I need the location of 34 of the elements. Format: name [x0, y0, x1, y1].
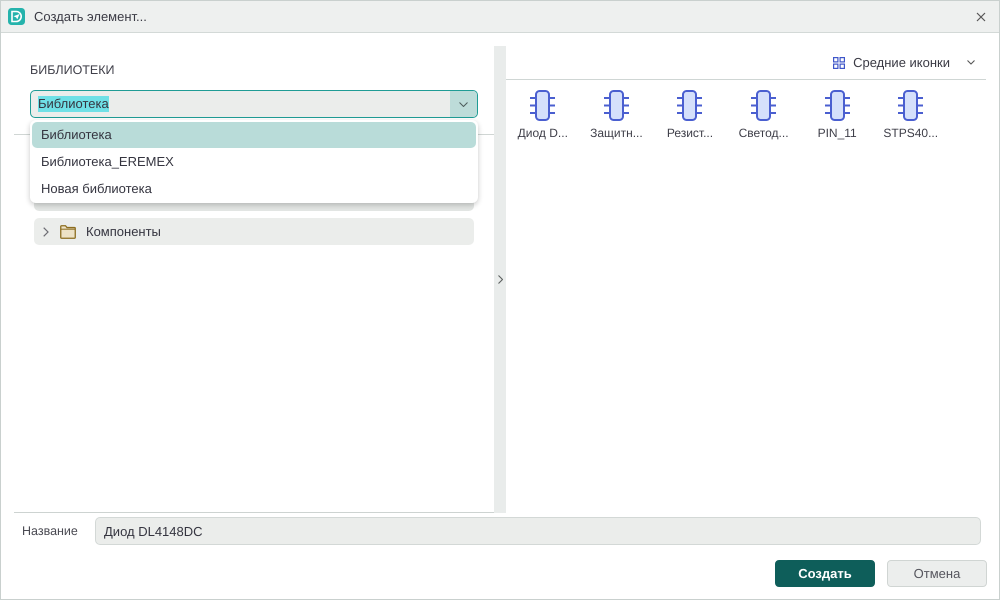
caret-icon	[967, 60, 975, 65]
dropdown-option[interactable]: Библиотека	[32, 122, 476, 148]
library-select[interactable]: Библиотека	[30, 90, 478, 118]
element-item[interactable]: PIN_11	[800, 90, 874, 140]
chip-icon	[530, 90, 556, 121]
dropdown-option[interactable]: Библиотека_EREMEX	[32, 149, 476, 175]
element-item[interactable]: Светод...	[726, 90, 800, 140]
close-icon	[976, 12, 986, 22]
create-button[interactable]: Создать	[775, 560, 875, 587]
section-heading: БИБЛИОТЕКИ	[30, 62, 116, 78]
select-value: Библиотека	[38, 96, 109, 112]
chevron-right-icon	[498, 275, 502, 284]
chip-icon	[751, 90, 776, 121]
caret-icon	[459, 102, 468, 106]
dropdown-button[interactable]	[450, 91, 477, 117]
element-item[interactable]: Резист...	[653, 90, 727, 140]
grid-icon	[833, 56, 846, 68]
chip-icon	[677, 90, 702, 121]
tree-item[interactable]: Компоненты	[34, 218, 474, 245]
app-logo-icon	[8, 8, 25, 25]
chip-icon	[898, 90, 924, 121]
element-item[interactable]: STPS40...	[874, 90, 948, 140]
element-item[interactable]: Защитн...	[580, 90, 654, 140]
name-field[interactable]: Диод DL4148DC	[95, 517, 981, 545]
chip-icon	[824, 90, 850, 121]
close-button[interactable]	[974, 10, 988, 24]
field-label: Название	[22, 522, 79, 540]
window-title: Создать элемент...	[34, 8, 147, 26]
view-mode-button[interactable]: Средние иконки	[833, 52, 975, 72]
folder-icon	[60, 224, 76, 238]
cancel-button[interactable]: Отмена	[887, 560, 987, 587]
element-item[interactable]: Диод D...	[506, 90, 580, 140]
chip-icon	[604, 90, 629, 121]
dropdown-option[interactable]: Новая библиотека	[32, 176, 476, 202]
